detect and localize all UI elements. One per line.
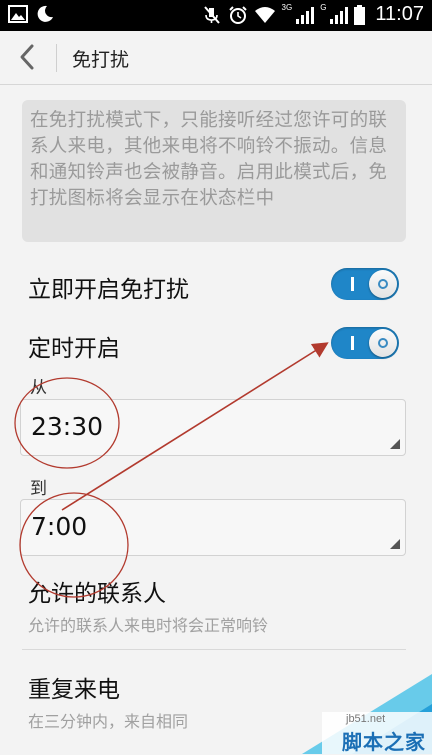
app-bar-divider <box>56 44 57 72</box>
scheduled-dnd-label: 定时开启 <box>28 336 120 362</box>
start-time-picker[interactable]: 23:30 <box>20 399 406 456</box>
start-time-value: 23:30 <box>31 412 104 441</box>
clock: 11:07 <box>375 3 424 25</box>
battery-icon <box>354 4 366 25</box>
mode-description: 在免打扰模式下，只能接听经过您许可的联系人来电，其他来电将不响铃不振动。信息和通… <box>22 100 406 242</box>
watermark-site: jb51.net <box>346 713 386 725</box>
network-type-label: 3G <box>281 3 293 12</box>
toggle-knob <box>369 270 397 298</box>
app-bar: 免打扰 <box>0 31 432 85</box>
allowed-contacts-title[interactable]: 允许的联系人 <box>28 574 166 608</box>
allowed-contacts-subtitle: 允许的联系人来电时将会正常响铃 <box>28 616 269 635</box>
signal-icon <box>296 6 315 24</box>
image-icon <box>8 5 28 23</box>
alarm-icon <box>228 5 247 24</box>
dropdown-arrow-icon <box>390 539 400 549</box>
toggle-knob <box>369 329 397 357</box>
watermark-name: 脚本之家 <box>342 730 426 754</box>
immediate-dnd-label: 立即开启免打扰 <box>28 277 189 303</box>
repeat-calls-subtitle: 在三分钟内，来自相同 <box>28 712 189 731</box>
dropdown-arrow-icon <box>390 439 400 449</box>
divider <box>22 649 406 650</box>
status-bar: 3G G 11:07 <box>0 0 432 31</box>
mute-icon <box>203 5 220 24</box>
network-type-label: G <box>320 3 327 12</box>
moon-icon <box>37 5 53 22</box>
from-label: 从 <box>30 378 47 398</box>
wifi-icon <box>254 6 275 23</box>
scheduled-dnd-toggle[interactable] <box>331 327 399 359</box>
to-label: 到 <box>30 479 47 499</box>
chevron-left-icon[interactable] <box>12 40 44 74</box>
repeat-calls-title[interactable]: 重复来电 <box>28 670 120 704</box>
signal-icon <box>330 6 349 24</box>
page-title: 免打扰 <box>72 49 130 71</box>
end-time-value: 7:00 <box>31 512 88 541</box>
immediate-dnd-toggle[interactable] <box>331 268 399 300</box>
end-time-picker[interactable]: 7:00 <box>20 499 406 556</box>
